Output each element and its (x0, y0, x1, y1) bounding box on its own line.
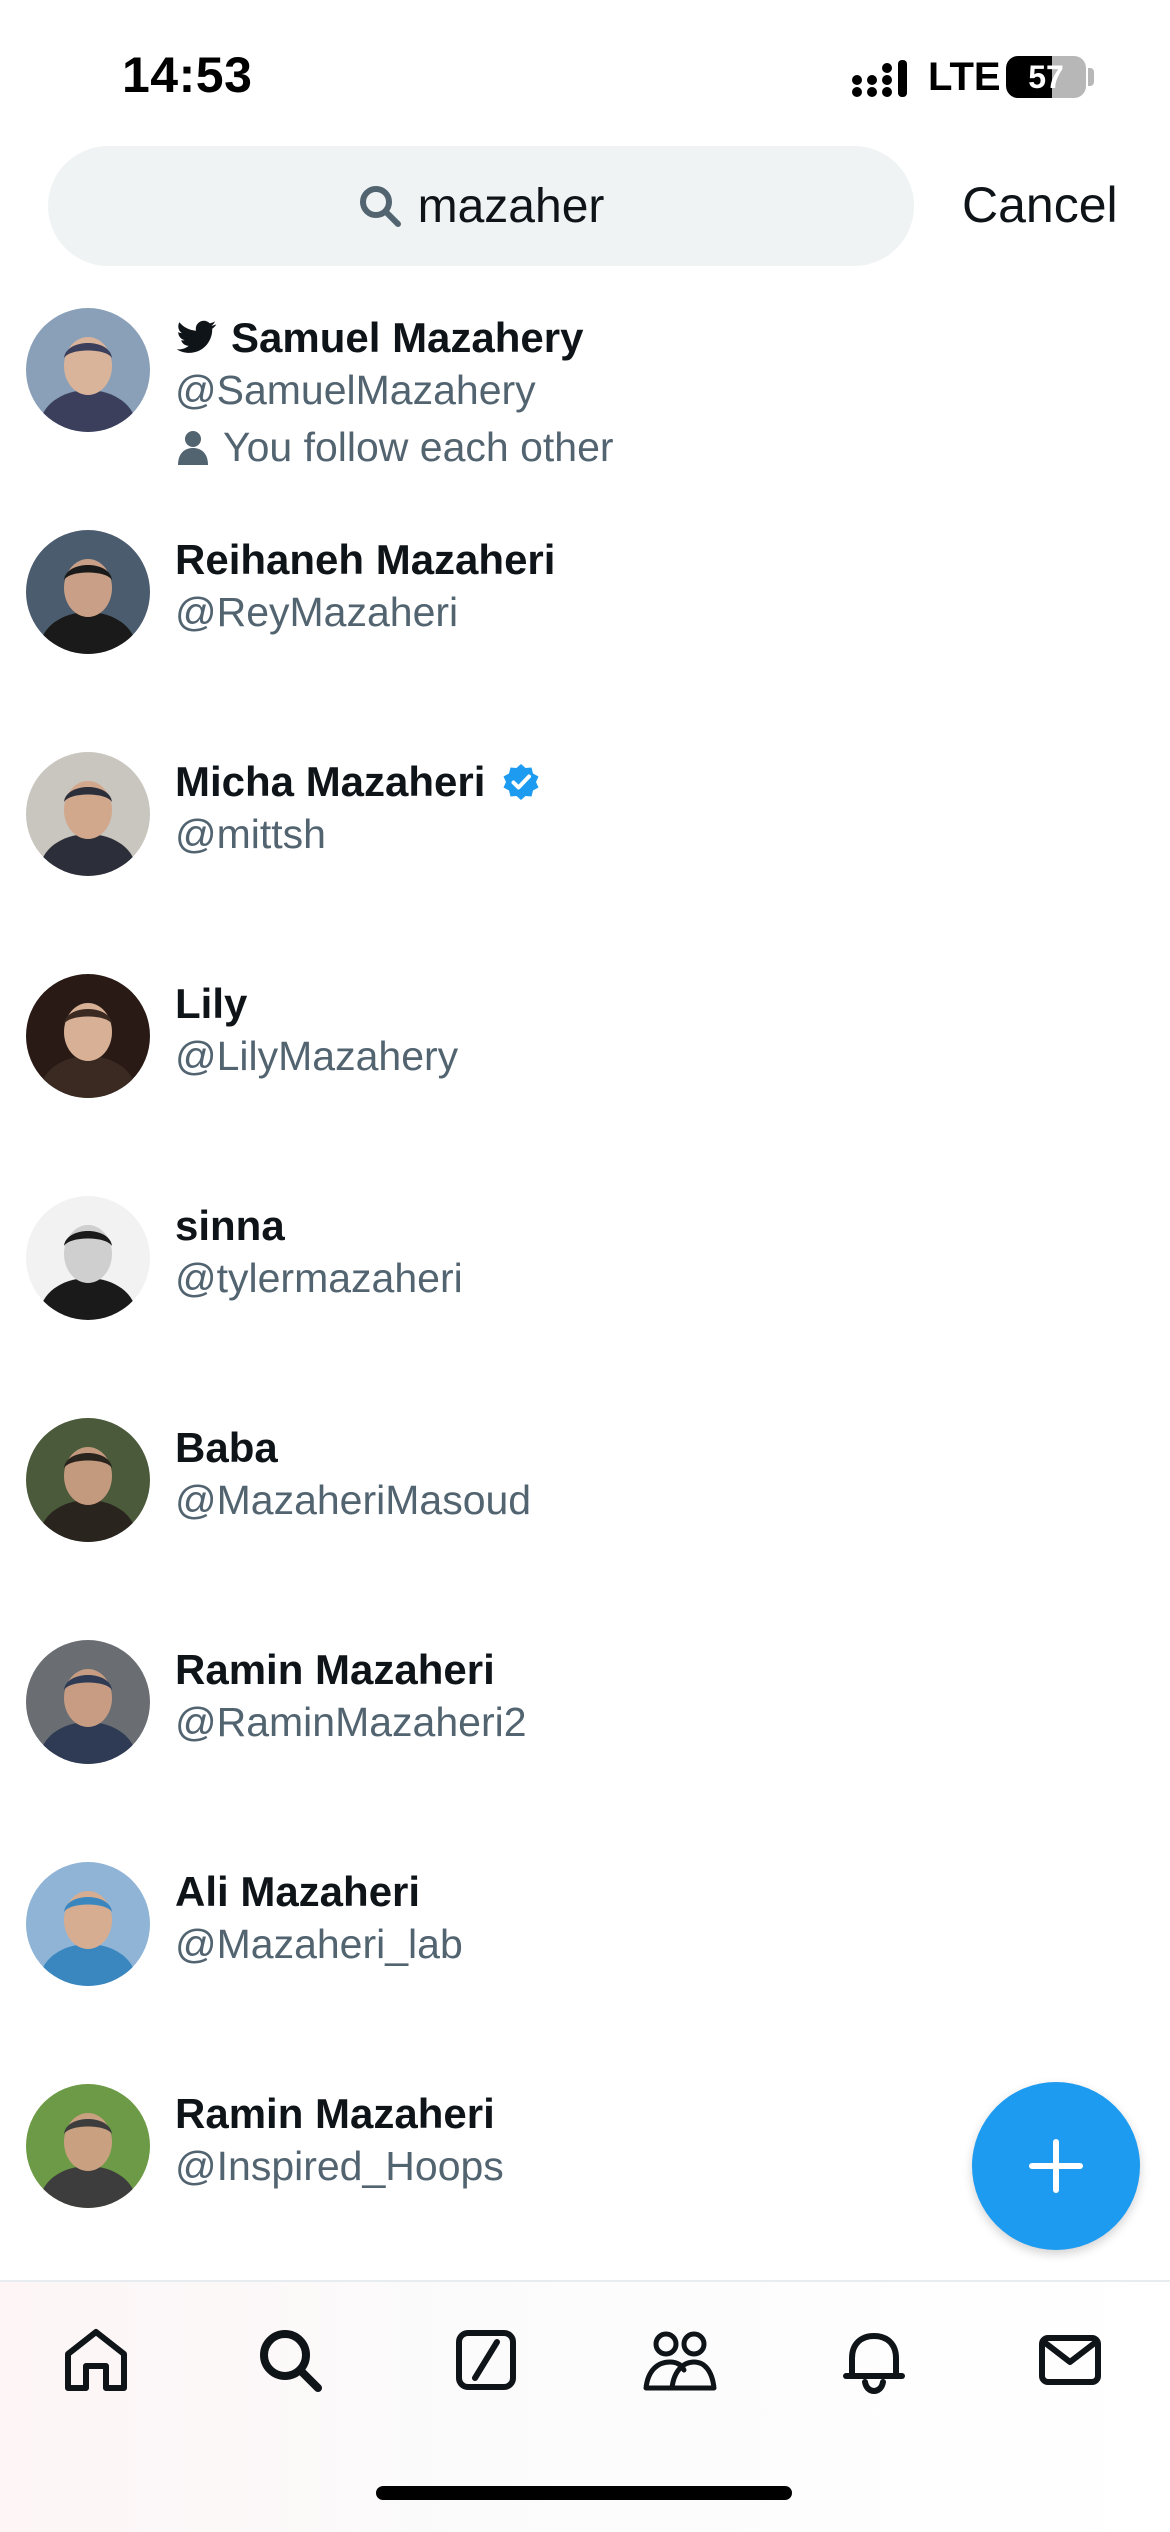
result-info: Samuel Mazahery @SamuelMazahery You follow… (175, 312, 614, 476)
avatar[interactable] (26, 974, 150, 1098)
battery-nub (1088, 68, 1094, 86)
display-name: Ramin Mazaheri (175, 1646, 495, 1693)
search-result-item[interactable]: Micha Mazaheri @mittsh (0, 734, 1170, 956)
avatar[interactable] (26, 530, 150, 654)
people-icon (642, 2324, 718, 2396)
status-time: 14:53 (122, 47, 253, 103)
display-name: sinna (175, 1202, 285, 1249)
display-name: Samuel Mazahery (231, 314, 584, 361)
twitter-bird-icon (177, 320, 217, 356)
username-handle: @MazaheriMasoud (175, 1477, 532, 1523)
result-info: Reihaneh Mazaheri @ReyMazaheri (175, 534, 555, 638)
search-result-item[interactable]: Reihaneh Mazaheri @ReyMazaheri (0, 512, 1170, 734)
home-indicator[interactable] (376, 2486, 792, 2500)
search-icon (254, 2324, 326, 2396)
nav-communities[interactable] (640, 2320, 720, 2400)
battery-icon: 57 (1006, 56, 1086, 98)
plus-icon (1026, 2136, 1086, 2196)
home-icon (60, 2324, 132, 2396)
username-handle: @LilyMazahery (175, 1033, 459, 1079)
name-line: Ramin Mazaheri (175, 2088, 504, 2140)
compose-button[interactable] (972, 2082, 1140, 2250)
cellular-signal-icon (852, 58, 912, 98)
result-info: Ramin Mazaheri @RaminMazaheri2 (175, 1644, 527, 1748)
result-info: Baba @MazaheriMasoud (175, 1422, 531, 1526)
follow-status: You follow each other (175, 418, 614, 476)
network-type: LTE (928, 55, 1001, 99)
nav-notifications[interactable] (834, 2320, 914, 2400)
name-line: Baba (175, 1422, 531, 1474)
username-handle: @ReyMazaheri (175, 589, 459, 635)
person-icon (175, 429, 211, 465)
avatar[interactable] (26, 308, 150, 432)
search-result-item[interactable]: Ramin Mazaheri @RaminMazaheri2 (0, 1622, 1170, 1844)
username-handle: @mittsh (175, 811, 326, 857)
name-line: Ali Mazaheri (175, 1866, 463, 1918)
avatar[interactable] (26, 1418, 150, 1542)
search-query: mazaher (417, 179, 605, 233)
name-line: Reihaneh Mazaheri (175, 534, 555, 586)
name-line: Samuel Mazahery (175, 312, 614, 364)
avatar[interactable] (26, 1862, 150, 1986)
nav-search[interactable] (250, 2320, 330, 2400)
display-name: Micha Mazaheri (175, 758, 486, 805)
display-name: Ramin Mazaheri (175, 2090, 495, 2137)
status-bar: 14:53 LTE 57 (0, 0, 1170, 150)
avatar[interactable] (26, 1640, 150, 1764)
nav-grok[interactable] (446, 2320, 526, 2400)
result-info: Micha Mazaheri @mittsh (175, 756, 541, 860)
name-line: sinna (175, 1200, 463, 1252)
verified-badge-icon (501, 762, 541, 802)
username-handle: @SamuelMazahery (175, 367, 536, 413)
username-handle: @tylermazaheri (175, 1255, 463, 1301)
search-input[interactable]: mazaher (48, 146, 914, 266)
username-handle: @RaminMazaheri2 (175, 1699, 527, 1745)
avatar[interactable] (26, 1196, 150, 1320)
follow-status-text: You follow each other (223, 423, 614, 470)
battery-percent: 57 (1028, 59, 1064, 95)
search-result-item[interactable]: sinna @tylermazaheri (0, 1178, 1170, 1400)
result-info: Ramin Mazaheri @Inspired_Hoops (175, 2088, 504, 2192)
name-line: Micha Mazaheri (175, 756, 541, 808)
nav-home[interactable] (56, 2320, 136, 2400)
result-info: Ali Mazaheri @Mazaheri_lab (175, 1866, 463, 1970)
result-info: Lily @LilyMazahery (175, 978, 458, 1082)
display-name: Reihaneh Mazaheri (175, 536, 556, 583)
search-result-item[interactable]: Ali Mazaheri @Mazaheri_lab (0, 1844, 1170, 2066)
name-line: Ramin Mazaheri (175, 1644, 527, 1696)
mail-icon (1034, 2324, 1106, 2396)
display-name: Ali Mazaheri (175, 1868, 421, 1915)
bell-icon (838, 2324, 910, 2396)
search-result-item[interactable]: Baba @MazaheriMasoud (0, 1400, 1170, 1622)
display-name: Baba (175, 1424, 278, 1471)
display-name: Lily (175, 980, 248, 1027)
username-handle: @Mazaheri_lab (175, 1921, 463, 1967)
username-handle: @Inspired_Hoops (175, 2143, 504, 2189)
search-icon (358, 184, 402, 228)
nav-messages[interactable] (1030, 2320, 1110, 2400)
search-result-item[interactable]: Lily @LilyMazahery (0, 956, 1170, 1178)
avatar[interactable] (26, 2084, 150, 2208)
name-line: Lily (175, 978, 458, 1030)
cancel-button[interactable]: Cancel (962, 176, 1118, 234)
result-info: sinna @tylermazaheri (175, 1200, 463, 1304)
avatar[interactable] (26, 752, 150, 876)
search-result-item[interactable]: Samuel Mazahery @SamuelMazahery You follow… (0, 290, 1170, 512)
grok-icon (450, 2324, 522, 2396)
